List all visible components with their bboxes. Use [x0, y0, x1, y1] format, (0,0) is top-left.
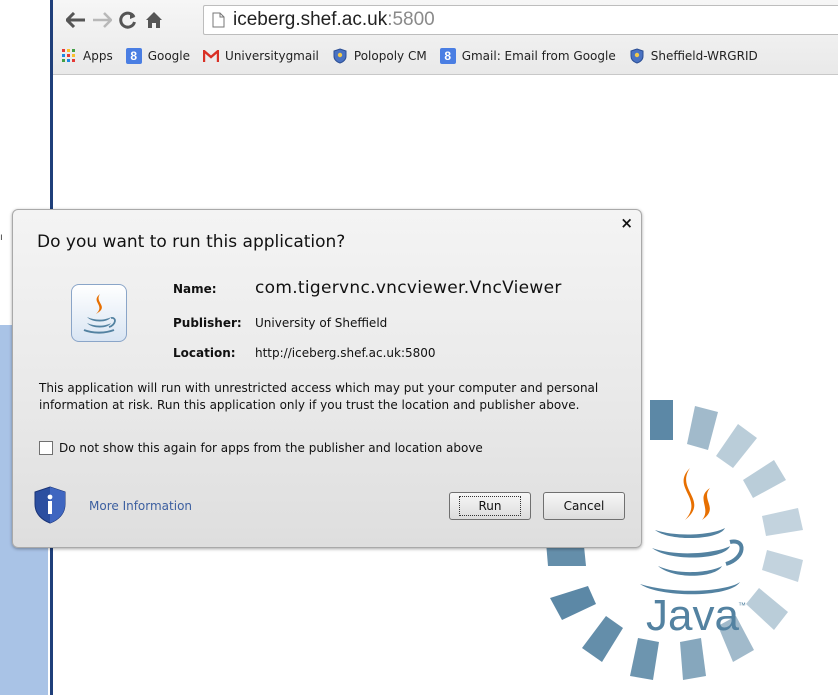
- bookmark-universitygmail[interactable]: Universitygmail: [203, 48, 319, 64]
- google-icon: 8: [125, 48, 142, 64]
- java-cup: [658, 566, 722, 576]
- apps-grid-icon: [61, 48, 77, 64]
- bookmark-label: Google: [147, 49, 191, 63]
- bookmark-label: Polopoly CM: [353, 49, 427, 63]
- shield-favicon-icon: [629, 48, 645, 64]
- java-ring-segment: [550, 586, 596, 620]
- bookmark-gmail[interactable]: 8 Gmail: Email from Google: [439, 48, 616, 64]
- location-value: http://iceberg.shef.ac.uk:5800: [255, 346, 436, 360]
- run-button[interactable]: Run: [449, 492, 531, 520]
- security-dialog: × Do you want to run this application? N…: [12, 209, 642, 548]
- info-shield-icon: [34, 486, 66, 524]
- forward-button[interactable]: [89, 7, 115, 33]
- home-icon: [146, 12, 162, 28]
- java-cup: [655, 528, 725, 539]
- publisher-label: Publisher:: [173, 316, 242, 330]
- java-ring-segment: [650, 400, 673, 440]
- java-ring-segment: [680, 638, 706, 680]
- java-steam: [683, 468, 695, 520]
- close-icon[interactable]: ×: [620, 214, 633, 232]
- name-row: Name: com.tigervnc.vncviewer.VncViewer: [173, 278, 562, 298]
- java-ring-segment: [762, 508, 803, 536]
- reload-icon: [119, 11, 136, 29]
- dialog-title: Do you want to run this application?: [37, 232, 346, 252]
- cancel-label: Cancel: [563, 499, 605, 513]
- location-row: Location: http://iceberg.shef.ac.uk:5800: [173, 346, 436, 360]
- browser-toolbar: iceberg.shef.ac.uk:5800 Apps 8 Google Un…: [53, 0, 838, 75]
- bookmark-label: Apps: [83, 49, 113, 63]
- bookmark-label: Gmail: Email from Google: [461, 49, 616, 63]
- java-ring-segment: [762, 550, 803, 582]
- google-icon: 8: [439, 48, 456, 64]
- run-label: Run: [459, 496, 521, 516]
- name-value: com.tigervnc.vncviewer.VncViewer: [255, 278, 562, 298]
- shield-favicon-icon: [332, 48, 348, 64]
- home-button[interactable]: [141, 7, 167, 33]
- location-label: Location:: [173, 346, 236, 360]
- back-arrow-icon: [66, 12, 85, 28]
- publisher-row: Publisher: University of Sheffield: [173, 316, 387, 330]
- bookmark-google[interactable]: 8 Google: [125, 48, 191, 64]
- java-ring-segment: [746, 588, 788, 630]
- reload-button[interactable]: [115, 7, 141, 33]
- java-ring-segment: [582, 616, 623, 662]
- warning-text: This application will run with unrestric…: [39, 381, 599, 412]
- java-cup: [725, 539, 744, 566]
- back-button[interactable]: [63, 7, 89, 33]
- url-port: :5800: [387, 9, 435, 30]
- stray-text: ı: [0, 232, 3, 243]
- more-information-link[interactable]: More Information: [89, 499, 192, 513]
- java-ring-segment: [687, 406, 718, 450]
- bookmarks-bar: Apps 8 Google Universitygmail Polopoly C…: [61, 44, 771, 68]
- java-steam: [702, 488, 710, 520]
- address-bar[interactable]: iceberg.shef.ac.uk:5800: [203, 5, 838, 35]
- bookmark-label: Universitygmail: [225, 49, 319, 63]
- java-ring-segment: [630, 638, 659, 680]
- bookmark-sheffield-wrgrid[interactable]: Sheffield-WRGRID: [629, 48, 758, 64]
- dont-show-again-checkbox[interactable]: [39, 441, 53, 455]
- url-host: iceberg.shef.ac.uk: [233, 9, 388, 30]
- java-trademark: ™: [738, 601, 746, 610]
- page-icon: [212, 12, 225, 28]
- java-wordmark: Java: [646, 591, 739, 640]
- java-app-icon: [71, 284, 127, 342]
- bookmark-label: Sheffield-WRGRID: [650, 49, 758, 63]
- cancel-button[interactable]: Cancel: [543, 492, 625, 520]
- name-label: Name:: [173, 282, 217, 296]
- java-ring-segment: [716, 424, 757, 468]
- dont-show-again-label: Do not show this again for apps from the…: [59, 441, 483, 455]
- forward-arrow-icon: [93, 12, 112, 28]
- nav-buttons: [63, 5, 167, 35]
- java-ring-segment: [743, 460, 786, 498]
- gmail-icon: [203, 48, 220, 64]
- bookmark-polopoly-cm[interactable]: Polopoly CM: [332, 48, 427, 64]
- java-cup: [652, 546, 730, 558]
- bookmark-apps[interactable]: Apps: [61, 48, 113, 64]
- dont-show-again-option[interactable]: Do not show this again for apps from the…: [39, 441, 483, 455]
- publisher-value: University of Sheffield: [255, 316, 388, 330]
